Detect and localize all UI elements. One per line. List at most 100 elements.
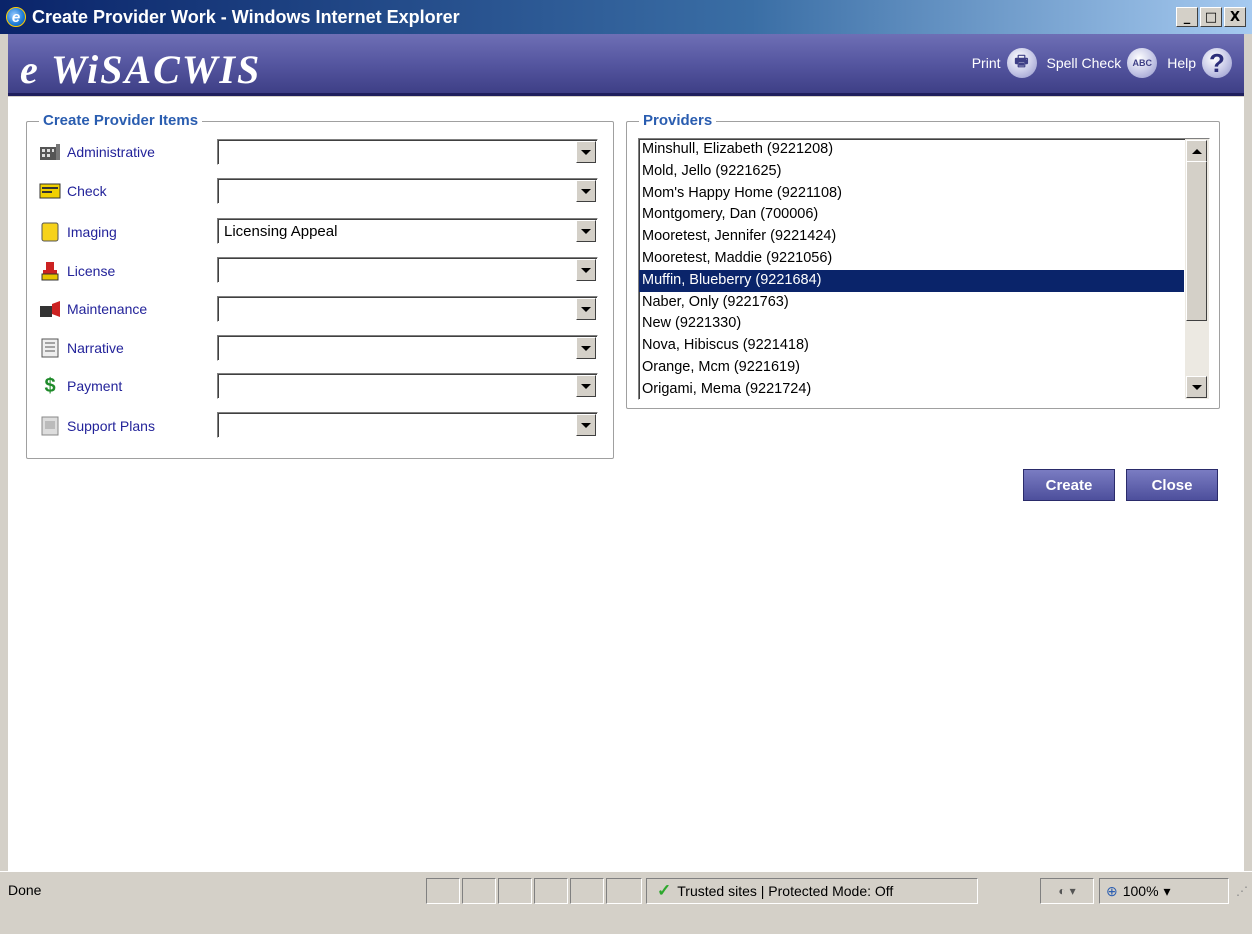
scroll-down-button[interactable] bbox=[1186, 376, 1207, 398]
list-item[interactable]: Mooretest, Jennifer (9221424) bbox=[639, 226, 1184, 248]
license-select[interactable] bbox=[217, 257, 598, 283]
status-pane bbox=[534, 878, 568, 904]
create-button[interactable]: Create bbox=[1023, 469, 1115, 501]
chevron-down-icon[interactable] bbox=[576, 259, 596, 281]
chevron-down-icon[interactable] bbox=[576, 298, 596, 320]
item-row-check: Check bbox=[39, 177, 205, 205]
internet-explorer-icon: e bbox=[6, 7, 26, 27]
support-plans-icon bbox=[39, 416, 61, 436]
check-label[interactable]: Check bbox=[67, 183, 205, 199]
chevron-down-icon[interactable] bbox=[576, 414, 596, 436]
dropdown-arrow-icon: ▾ bbox=[1069, 884, 1076, 898]
zoom-icon: ⊕ bbox=[1106, 882, 1118, 899]
status-bar: Done ✓ Trusted sites | Protected Mode: O… bbox=[0, 871, 1252, 934]
administrative-label[interactable]: Administrative bbox=[67, 144, 205, 160]
narrative-select[interactable] bbox=[217, 335, 598, 361]
status-pane bbox=[462, 878, 496, 904]
list-item[interactable]: Naber, Only (9221763) bbox=[639, 292, 1184, 314]
close-window-button[interactable]: X bbox=[1224, 7, 1246, 27]
imaging-select-value: Licensing Appeal bbox=[224, 222, 338, 240]
list-item[interactable]: Orange, Mcm (9221619) bbox=[639, 357, 1184, 379]
item-row-payment: $ Payment bbox=[39, 372, 205, 400]
status-pane bbox=[426, 878, 460, 904]
chevron-down-icon[interactable] bbox=[576, 141, 596, 163]
list-item[interactable]: Origami, Mema (9221724) bbox=[639, 379, 1184, 399]
resize-grip-icon[interactable]: ⋰ bbox=[1236, 884, 1248, 898]
providers-panel: Providers Minshull, Elizabeth (9221208) … bbox=[626, 112, 1220, 409]
license-stamp-icon bbox=[39, 261, 61, 281]
spell-check-button[interactable]: Spell Check ABC bbox=[1047, 48, 1158, 78]
chevron-down-icon[interactable] bbox=[576, 180, 596, 202]
imaging-select[interactable]: Licensing Appeal bbox=[217, 218, 598, 244]
print-label: Print bbox=[971, 55, 1001, 71]
dropdown-arrow-icon: ▾ bbox=[1163, 882, 1171, 899]
administrative-select[interactable] bbox=[217, 139, 598, 165]
license-label[interactable]: License bbox=[67, 263, 205, 279]
list-item[interactable]: Mom's Happy Home (9221108) bbox=[639, 183, 1184, 205]
building-icon bbox=[39, 142, 61, 162]
main-content: Create Provider Items Administrative Che… bbox=[8, 97, 1244, 871]
scroll-up-button[interactable] bbox=[1186, 140, 1207, 162]
item-row-maintenance: Maintenance bbox=[39, 295, 205, 323]
protected-mode-button[interactable]: ◐ ▾ bbox=[1040, 878, 1094, 904]
providers-scrollbar[interactable] bbox=[1185, 139, 1209, 399]
item-row-license: License bbox=[39, 257, 205, 285]
printer-icon: 🖶 bbox=[1006, 48, 1037, 78]
zoom-control[interactable]: ⊕ 100% ▾ bbox=[1099, 878, 1229, 904]
list-item[interactable]: Nova, Hibiscus (9221418) bbox=[639, 335, 1184, 357]
minimize-button[interactable]: _ bbox=[1176, 7, 1198, 27]
create-provider-items-legend: Create Provider Items bbox=[39, 112, 203, 129]
payment-label[interactable]: Payment bbox=[67, 378, 205, 394]
chevron-down-icon bbox=[1191, 384, 1202, 390]
chevron-down-icon[interactable] bbox=[576, 375, 596, 397]
zoom-level: 100% bbox=[1122, 883, 1159, 899]
spell-check-icon: ABC bbox=[1127, 48, 1158, 78]
list-item-selected[interactable]: Muffin, Blueberry (9221684) bbox=[639, 269, 1184, 292]
status-text: Done bbox=[8, 882, 42, 898]
status-pane bbox=[498, 878, 532, 904]
maintenance-icon bbox=[39, 299, 61, 319]
item-row-imaging: Imaging bbox=[39, 218, 205, 246]
item-row-administrative: Administrative bbox=[39, 138, 205, 166]
zone-text: Trusted sites | Protected Mode: Off bbox=[677, 883, 894, 899]
spell-check-label: Spell Check bbox=[1046, 55, 1122, 71]
support-plans-select[interactable] bbox=[217, 412, 598, 438]
dollar-icon: $ bbox=[44, 374, 56, 397]
chevron-down-icon[interactable] bbox=[576, 220, 596, 242]
providers-legend: Providers bbox=[639, 112, 717, 129]
globe-lock-icon: ◐ bbox=[1058, 884, 1066, 898]
list-item[interactable]: Mold, Jello (9221625) bbox=[639, 161, 1184, 183]
check-card-icon bbox=[39, 181, 61, 201]
narrative-label[interactable]: Narrative bbox=[67, 340, 205, 356]
list-item[interactable]: Mooretest, Maddie (9221056) bbox=[639, 248, 1184, 270]
chevron-down-icon[interactable] bbox=[576, 337, 596, 359]
help-label: Help bbox=[1167, 55, 1196, 71]
security-zone[interactable]: ✓ Trusted sites | Protected Mode: Off bbox=[646, 878, 978, 904]
create-provider-items-panel: Create Provider Items Administrative Che… bbox=[26, 112, 614, 459]
item-row-narrative: Narrative bbox=[39, 334, 205, 362]
close-button[interactable]: Close bbox=[1126, 469, 1218, 501]
window-title-bar: e Create Provider Work - Windows Interne… bbox=[0, 0, 1252, 34]
list-item[interactable]: Minshull, Elizabeth (9221208) bbox=[639, 139, 1184, 161]
window-title: Create Provider Work - Windows Internet … bbox=[32, 6, 460, 27]
status-pane bbox=[570, 878, 604, 904]
window-controls: _ □ X bbox=[1176, 7, 1246, 27]
payment-select[interactable] bbox=[217, 373, 598, 399]
support-plans-label[interactable]: Support Plans bbox=[67, 418, 205, 434]
check-select[interactable] bbox=[217, 178, 598, 204]
chevron-up-icon bbox=[1191, 148, 1202, 154]
status-pane bbox=[606, 878, 642, 904]
maintenance-label[interactable]: Maintenance bbox=[67, 301, 205, 317]
checkmark-icon: ✓ bbox=[657, 881, 672, 900]
maintenance-select[interactable] bbox=[217, 296, 598, 322]
providers-listbox[interactable]: Minshull, Elizabeth (9221208) Mold, Jell… bbox=[638, 138, 1210, 400]
list-item[interactable]: New (9221330) bbox=[639, 313, 1184, 335]
help-button[interactable]: Help ? bbox=[1167, 48, 1232, 78]
print-button[interactable]: Print 🖶 bbox=[972, 48, 1037, 78]
list-item[interactable]: Montgomery, Dan (700006) bbox=[639, 204, 1184, 226]
scroll-thumb[interactable] bbox=[1186, 161, 1207, 321]
app-banner: e WiSACWIS Print 🖶 Spell Check ABC Help … bbox=[8, 34, 1244, 96]
imaging-label[interactable]: Imaging bbox=[67, 224, 205, 240]
maximize-button[interactable]: □ bbox=[1200, 7, 1222, 27]
item-row-support-plans: Support Plans bbox=[39, 412, 205, 440]
